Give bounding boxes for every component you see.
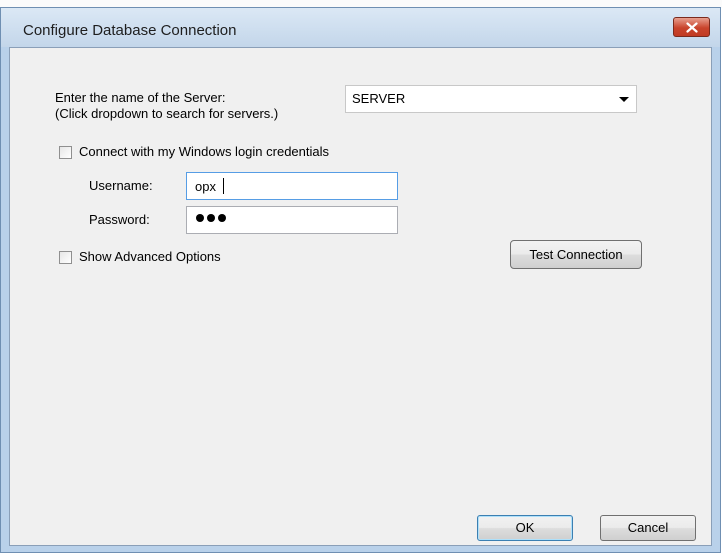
server-label: Enter the name of the Server: xyxy=(55,90,226,105)
close-button[interactable] xyxy=(673,17,710,37)
server-hint: (Click dropdown to search for servers.) xyxy=(55,106,279,121)
close-icon xyxy=(685,21,698,33)
windows-login-checkbox[interactable] xyxy=(59,146,72,159)
dialog-client-area: Enter the name of the Server: (Click dro… xyxy=(9,47,712,546)
password-dot xyxy=(207,214,215,222)
username-field[interactable]: opx xyxy=(186,172,398,200)
advanced-options-checkbox[interactable] xyxy=(59,251,72,264)
ok-button[interactable]: OK xyxy=(477,515,573,541)
dialog-window: Configure Database Connection Enter the … xyxy=(0,7,721,553)
password-mask xyxy=(196,214,226,222)
password-dot xyxy=(218,214,226,222)
text-caret xyxy=(223,178,224,194)
username-label: Username: xyxy=(89,178,153,193)
password-dot xyxy=(196,214,204,222)
title-bar[interactable]: Configure Database Connection xyxy=(1,8,720,47)
windows-login-label[interactable]: Connect with my Windows login credential… xyxy=(79,144,329,159)
advanced-options-label[interactable]: Show Advanced Options xyxy=(79,249,221,264)
chevron-down-icon[interactable] xyxy=(618,92,630,106)
server-value: SERVER xyxy=(352,91,406,106)
username-value: opx xyxy=(195,179,216,194)
test-connection-button[interactable]: Test Connection xyxy=(510,240,642,269)
password-label: Password: xyxy=(89,212,150,227)
server-combobox[interactable]: SERVER xyxy=(345,85,637,113)
dialog-title: Configure Database Connection xyxy=(23,22,237,39)
cancel-button[interactable]: Cancel xyxy=(600,515,696,541)
password-field[interactable] xyxy=(186,206,398,234)
